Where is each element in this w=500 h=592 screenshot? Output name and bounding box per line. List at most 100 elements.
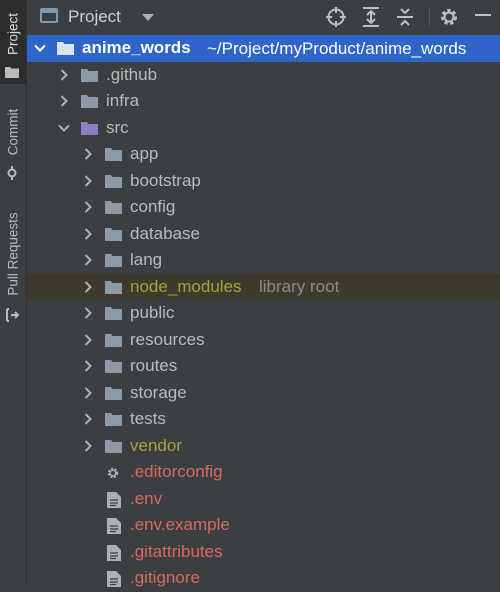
folder-icon <box>5 67 19 78</box>
tree-row[interactable]: lang <box>27 247 500 274</box>
folder-icon <box>105 280 122 294</box>
tree-row[interactable]: node_modules library root <box>27 273 500 300</box>
minimize-icon[interactable] <box>475 14 491 16</box>
chevron-right-icon[interactable] <box>82 201 94 213</box>
tree-row[interactable]: .github <box>27 62 500 89</box>
chevron-down-icon[interactable] <box>58 122 70 134</box>
folder-icon <box>105 333 122 347</box>
folder-icon <box>105 413 122 426</box>
chevron-right-icon[interactable] <box>82 360 94 372</box>
chevron-right-icon[interactable] <box>82 333 94 346</box>
tree-item-label: .editorconfig <box>130 462 223 481</box>
project-tool-window-header: Project <box>27 0 500 34</box>
commit-icon <box>7 166 17 180</box>
folder-icon <box>105 227 122 241</box>
folder-icon <box>105 148 122 161</box>
side-tab-project[interactable]: Project <box>0 0 26 84</box>
tree-item-label: .env.example <box>130 515 230 534</box>
tree-item-label: bootstrap <box>130 170 201 190</box>
locate-icon[interactable] <box>325 6 347 28</box>
tree-row[interactable]: src <box>27 115 500 142</box>
folder-icon <box>81 95 98 108</box>
text-file-icon <box>107 518 121 534</box>
tool-window-stripe: Project Commit Pull Requests <box>0 0 27 584</box>
chevron-right-icon[interactable] <box>82 386 94 399</box>
folder-icon <box>105 360 122 373</box>
tree-row[interactable]: .editorconfig <box>27 459 500 486</box>
side-tab-pull-requests-label: Pull Requests <box>5 212 21 296</box>
text-file-icon <box>107 491 121 508</box>
side-tab-commit[interactable]: Commit <box>0 100 26 182</box>
tree-item-label: storage <box>130 382 187 402</box>
tree-item-label: vendor <box>130 435 182 455</box>
tree-item-label: infra <box>106 91 140 110</box>
project-view-title[interactable]: Project <box>68 7 121 27</box>
tree-item-label: config <box>130 197 176 216</box>
chevron-right-icon[interactable] <box>82 307 94 319</box>
tree-row[interactable]: tests <box>27 406 500 433</box>
tree-row[interactable]: .gitignore <box>27 565 500 592</box>
tree-item-label: routes <box>130 356 178 375</box>
library-root-hint: library root <box>259 276 340 296</box>
tree-root-row[interactable]: anime_words ~/Project/myProduct/anime_wo… <box>27 35 500 62</box>
tree-row[interactable]: database <box>27 221 500 248</box>
chevron-right-icon[interactable] <box>82 174 94 187</box>
tree-row[interactable]: infra <box>27 88 500 115</box>
tree-row[interactable]: .env.example <box>27 512 500 539</box>
tree-item-label: node_modules <box>130 276 242 296</box>
tree-row[interactable]: public <box>27 300 500 327</box>
chevron-right-icon[interactable] <box>58 68 70 81</box>
tree-item-label: resources <box>130 329 205 349</box>
chevron-down-icon[interactable] <box>142 14 154 21</box>
tree-row[interactable]: .gitattributes <box>27 539 500 566</box>
folder-icon <box>105 307 122 320</box>
tree-row[interactable]: bootstrap <box>27 168 500 195</box>
tree-item-label: .env <box>130 488 163 508</box>
chevron-right-icon[interactable] <box>82 280 94 293</box>
project-view-icon <box>40 8 58 23</box>
text-file-icon <box>107 544 121 561</box>
chevron-right-icon[interactable] <box>58 95 70 107</box>
tree-row[interactable]: routes <box>27 353 500 380</box>
tree-item-label: public <box>130 303 175 322</box>
tree-item-label: .github <box>106 64 158 84</box>
tree-item-label: database <box>130 223 200 243</box>
chevron-right-icon[interactable] <box>82 413 94 425</box>
tree-row[interactable]: resources <box>27 327 500 354</box>
tree-row[interactable]: vendor <box>27 433 500 460</box>
tree-item-label: .gitignore <box>130 568 200 587</box>
tree-row[interactable]: app <box>27 141 500 168</box>
chevron-right-icon[interactable] <box>82 254 94 266</box>
folder-icon <box>105 174 122 188</box>
folder-icon <box>105 254 122 267</box>
chevron-right-icon[interactable] <box>82 439 94 452</box>
root-folder-path: ~/Project/myProduct/anime_words <box>207 39 467 58</box>
text-file-icon <box>107 571 121 587</box>
tree-item-label: .gitattributes <box>130 541 223 561</box>
tree-item-label: app <box>130 144 159 163</box>
side-tab-project-label: Project <box>5 12 21 56</box>
gear-icon[interactable] <box>438 6 460 28</box>
folder-icon <box>105 439 122 453</box>
folder-icon <box>81 68 98 82</box>
tree-item-label: tests <box>130 409 166 428</box>
folder-icon <box>105 201 122 214</box>
tree-row[interactable]: storage <box>27 380 500 407</box>
side-tab-commit-label: Commit <box>5 108 21 156</box>
pull-request-icon <box>6 308 19 322</box>
gear-icon <box>107 467 119 479</box>
folder-icon <box>105 386 122 400</box>
chevron-right-icon[interactable] <box>82 148 94 160</box>
tree-row[interactable]: config <box>27 194 500 221</box>
collapse-all-icon[interactable] <box>394 6 416 28</box>
folder-icon <box>57 42 74 55</box>
tree-item-label: lang <box>130 250 163 269</box>
chevron-right-icon[interactable] <box>82 227 94 240</box>
root-folder-name: anime_words <box>82 38 191 57</box>
chevron-down-icon[interactable] <box>34 42 46 54</box>
header-divider <box>429 8 430 26</box>
tree-row[interactable]: .env <box>27 486 500 513</box>
tree-item-label: src <box>106 117 129 137</box>
side-tab-pull-requests[interactable]: Pull Requests <box>0 200 26 330</box>
expand-all-icon[interactable] <box>360 6 382 28</box>
